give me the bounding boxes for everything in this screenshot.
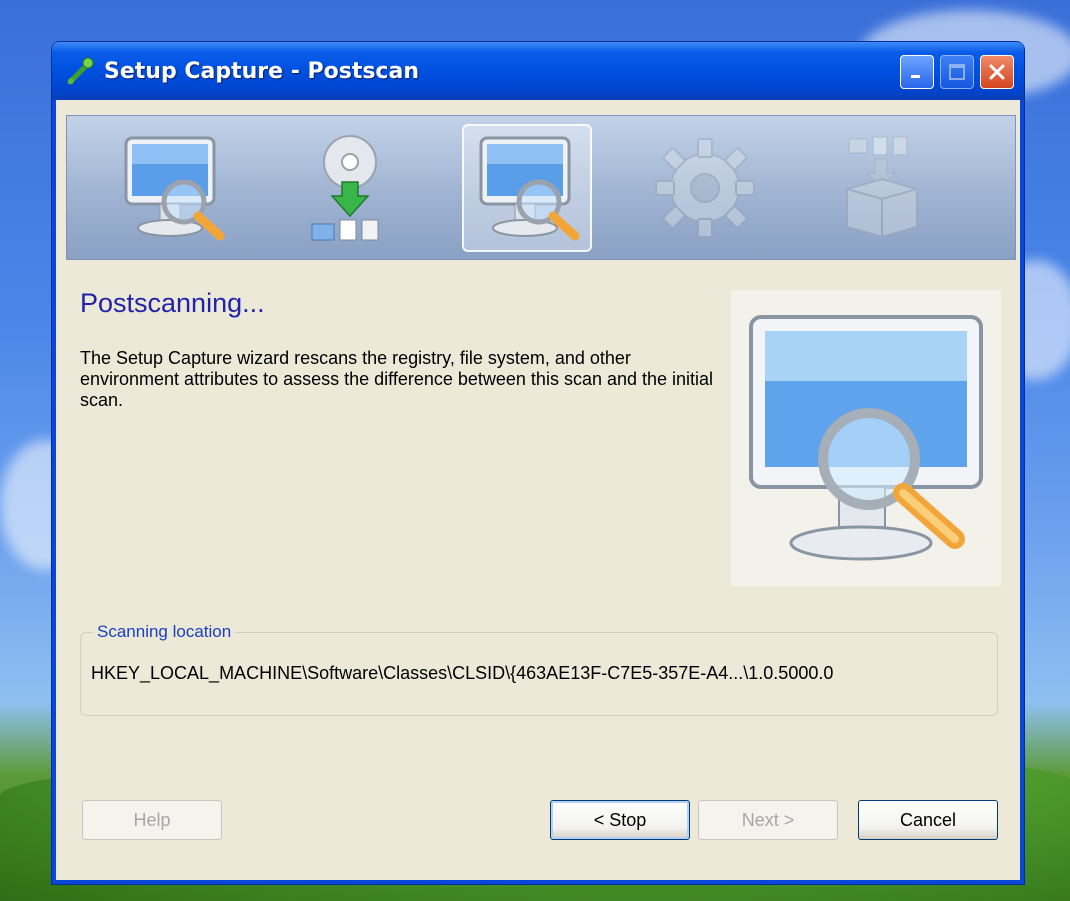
page-description: The Setup Capture wizard rescans the reg… <box>80 348 714 410</box>
close-button[interactable] <box>980 55 1014 89</box>
maximize-button[interactable] <box>940 55 974 89</box>
scanning-location-label: Scanning location <box>93 622 236 642</box>
step-postscan <box>462 124 592 252</box>
postscan-illustration <box>731 290 1001 586</box>
title-bar[interactable]: Setup Capture - Postscan <box>52 42 1024 100</box>
window-title: Setup Capture - Postscan <box>104 58 419 84</box>
minimize-icon <box>911 75 920 78</box>
gear-icon <box>655 138 755 238</box>
package-box-icon <box>846 136 918 239</box>
monitor-magnifier-icon <box>749 315 983 561</box>
step-prescan <box>107 124 237 252</box>
title-buttons <box>900 55 1014 89</box>
page-heading: Postscanning... <box>80 288 265 318</box>
help-button[interactable]: Help <box>82 800 222 840</box>
step-configure <box>640 124 770 252</box>
step-package <box>817 124 947 252</box>
app-icon <box>67 57 94 85</box>
close-icon <box>989 64 1005 80</box>
monitor-magnifier-icon <box>124 136 225 241</box>
cancel-button[interactable]: Cancel <box>858 800 998 840</box>
wizard-steps-banner <box>66 115 1016 260</box>
maximize-icon <box>949 64 965 80</box>
disc-install-icon <box>311 135 379 241</box>
stop-button[interactable]: < Stop <box>550 800 690 840</box>
wizard-client-area: Postscanning... The Setup Capture wizard… <box>56 100 1020 880</box>
scanning-location-group: Scanning location HKEY_LOCAL_MACHINE\Sof… <box>80 622 998 716</box>
setup-capture-window: Setup Capture - Postscan Postscanning...… <box>52 42 1024 884</box>
minimize-button[interactable] <box>900 55 934 89</box>
next-button[interactable]: Next > <box>698 800 838 840</box>
step-install <box>285 124 415 252</box>
monitor-magnifier-icon <box>479 136 580 241</box>
scanning-location-value: HKEY_LOCAL_MACHINE\Software\Classes\CLSI… <box>91 663 834 683</box>
